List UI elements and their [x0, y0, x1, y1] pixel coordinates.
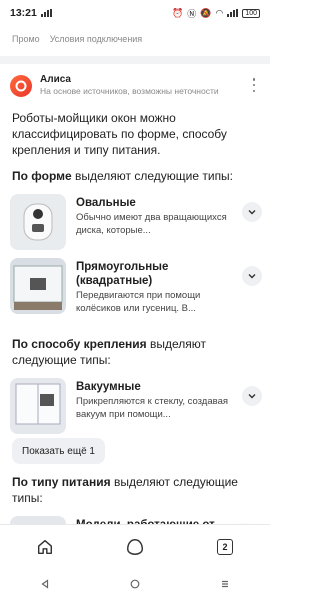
- back-icon[interactable]: [40, 579, 50, 589]
- wifi-icon: ◠: [215, 7, 224, 18]
- nfc-icon: Ⓝ: [187, 8, 197, 19]
- item-description: Прикрепляются к стеклу, создавая вакуум …: [76, 396, 228, 420]
- rectangular-robot-image: [10, 258, 66, 314]
- item-title: Вакуумные: [76, 381, 141, 393]
- list-item-oval[interactable]: Овальные Обычно имеют два вращающихся ди…: [10, 194, 262, 256]
- item-title: Овальные: [76, 197, 136, 209]
- home-icon: [37, 539, 53, 554]
- item-title: Прямоугольные (квадратные): [76, 261, 169, 287]
- alice-logo-icon: [10, 74, 32, 97]
- section-power-heading: По типу питания выделяют следующие типы:: [12, 475, 238, 505]
- cell-signal-icon: [227, 9, 239, 17]
- section-mount-heading: По способу крепления выделяют следующие …: [12, 337, 207, 367]
- alarm-icon: ⏰: [172, 7, 184, 18]
- chevron-down-icon[interactable]: [242, 266, 262, 286]
- signal-icon: [40, 9, 52, 17]
- item-description: Передвигаются при помощи колёсиков или г…: [76, 290, 201, 314]
- system-nav: [0, 568, 270, 600]
- show-more-button[interactable]: Показать ещё 1: [12, 438, 105, 464]
- top-links: Промо Условия подключения: [12, 34, 142, 44]
- vacuum-robot-image: [10, 378, 66, 434]
- status-time: 13:21: [10, 7, 37, 19]
- mute-icon: 🔕: [200, 7, 212, 18]
- bottom-nav: 2: [0, 524, 270, 568]
- list-item-rectangular[interactable]: Прямоугольные (квадратные) Передвигаются…: [10, 258, 262, 328]
- chevron-down-icon[interactable]: [242, 202, 262, 222]
- alice-name: Алиса: [40, 74, 71, 85]
- promo-link[interactable]: Промо: [12, 34, 40, 44]
- alice-icon: [126, 538, 144, 555]
- home-button[interactable]: [31, 533, 59, 561]
- alice-button[interactable]: [121, 533, 149, 561]
- oval-robot-image: [10, 194, 66, 250]
- recents-icon[interactable]: [220, 579, 230, 589]
- alice-answer-card: Алиса На основе источников, возможны нет…: [0, 64, 270, 540]
- battery-level: 100: [242, 8, 260, 18]
- chevron-down-icon[interactable]: [242, 386, 262, 406]
- more-options-icon[interactable]: [248, 78, 260, 92]
- home-circle-icon[interactable]: [130, 579, 140, 589]
- tabs-button[interactable]: 2: [211, 533, 239, 561]
- conditions-link[interactable]: Условия подключения: [50, 34, 143, 44]
- section-form-heading: По форме выделяют следующие типы:: [12, 169, 234, 183]
- status-bar: 13:21 ⏰ Ⓝ 🔕 ◠ 100: [0, 0, 270, 26]
- item-description: Обычно имеют два вращающихся диска, кото…: [76, 212, 227, 236]
- list-item-vacuum[interactable]: Вакуумные Прикрепляются к стеклу, создав…: [10, 378, 262, 440]
- alice-header: Алиса На основе источников, возможны нет…: [10, 74, 219, 97]
- intro-text: Роботы-мойщики окон можно классифицирова…: [12, 111, 227, 157]
- alice-disclaimer: На основе источников, возможны неточност…: [40, 86, 219, 96]
- tabs-count: 2: [217, 538, 233, 555]
- section-divider: [0, 56, 270, 64]
